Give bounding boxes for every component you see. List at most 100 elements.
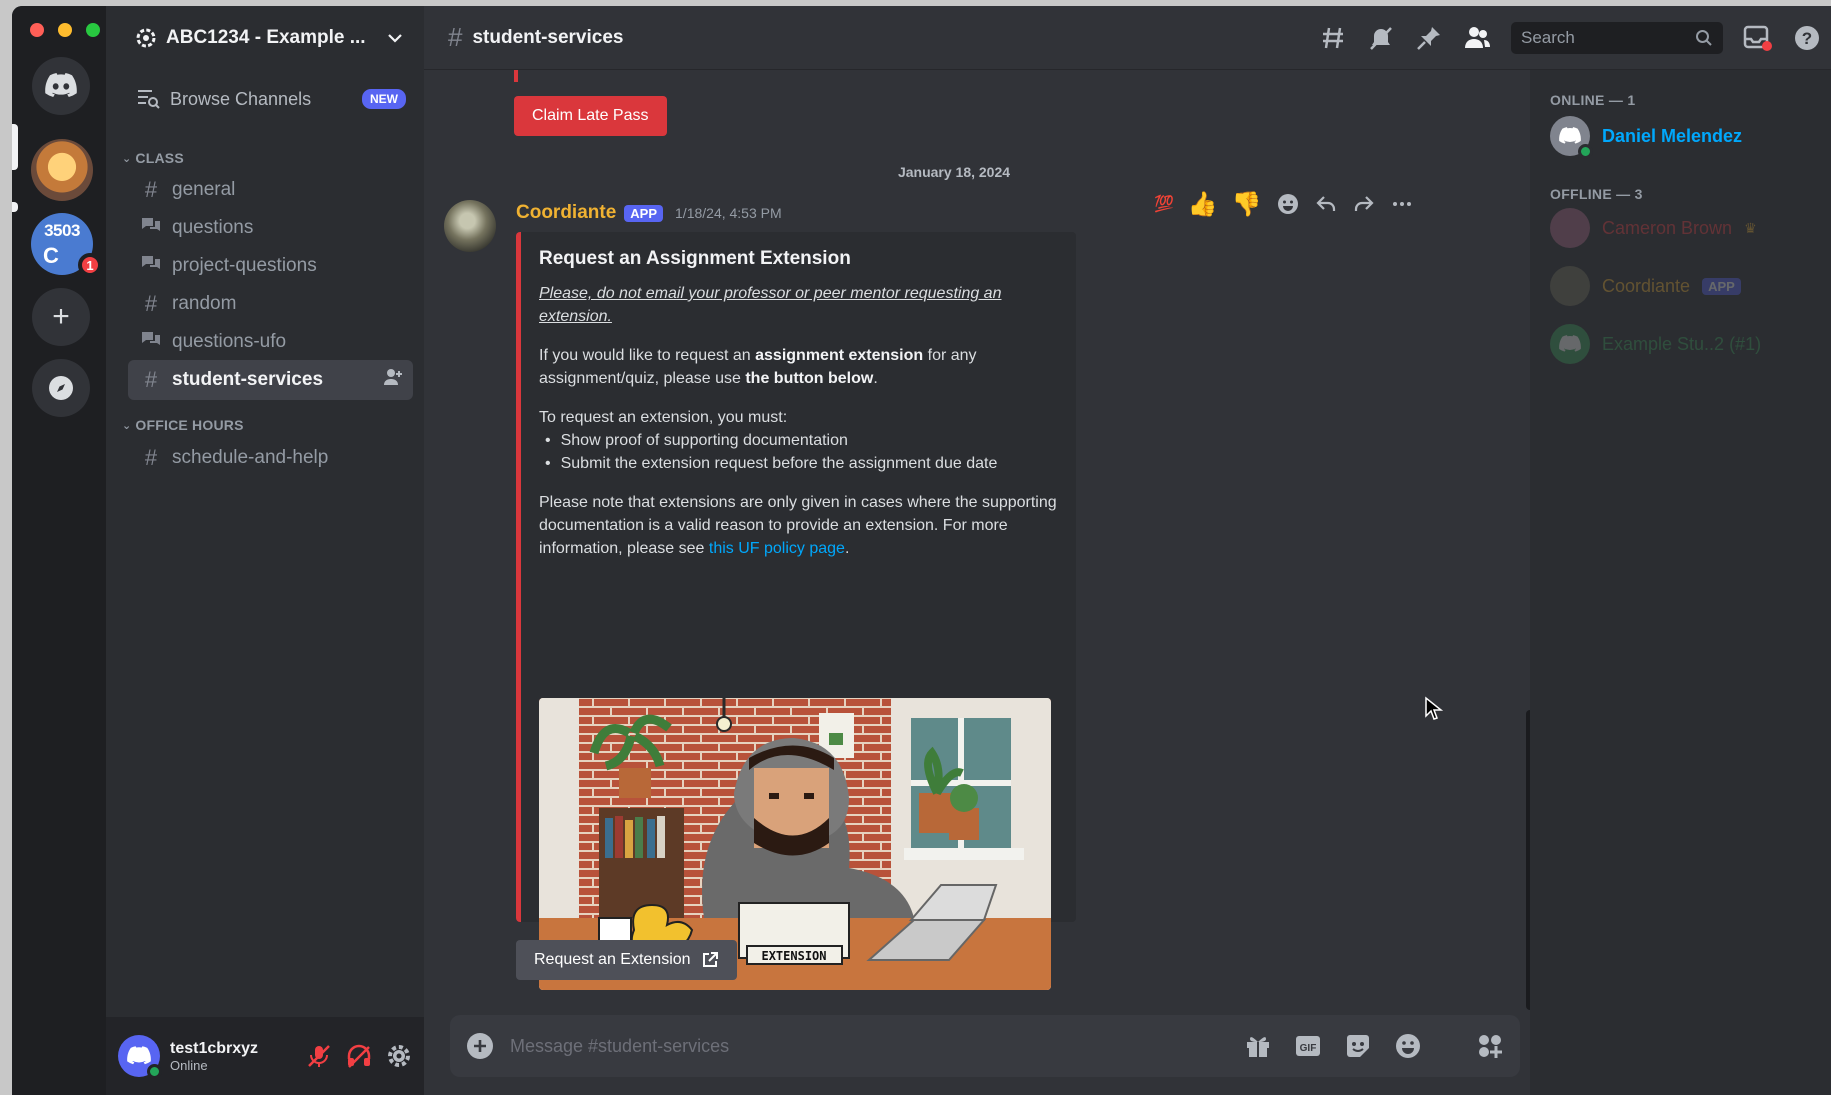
- author-avatar[interactable]: [444, 200, 496, 252]
- more-options-icon[interactable]: [1390, 192, 1414, 216]
- discord-window: 3503 C 1 + ABC1234 - Example ... Browse …: [12, 6, 1831, 1095]
- chevron-down-icon: ⌄: [122, 419, 132, 432]
- threads-icon[interactable]: [1319, 24, 1347, 52]
- upload-plus-icon[interactable]: [466, 1032, 494, 1060]
- browse-channels-button[interactable]: Browse Channels NEW: [136, 88, 406, 110]
- help-icon[interactable]: ?: [1793, 24, 1821, 52]
- server-icon-class[interactable]: [31, 139, 93, 201]
- minimize-window-button[interactable]: [58, 23, 72, 37]
- add-member-icon[interactable]: [383, 368, 403, 392]
- category-label: CLASS: [135, 150, 184, 166]
- chevron-down-icon: ⌄: [122, 152, 132, 165]
- text-channel-icon: #: [144, 177, 158, 202]
- request-extension-button[interactable]: Request an Extension: [516, 940, 737, 980]
- emoji-icon[interactable]: [1394, 1032, 1422, 1060]
- channel-general[interactable]: # general: [128, 170, 413, 210]
- channel-schedule-and-help[interactable]: # schedule-and-help: [128, 438, 413, 478]
- reply-icon[interactable]: [1314, 192, 1338, 216]
- voice-controls: [306, 1043, 412, 1069]
- headphones-deafened-icon[interactable]: [346, 1043, 372, 1069]
- search-input[interactable]: Search: [1511, 22, 1723, 54]
- category-label: OFFICE HOURS: [135, 417, 244, 433]
- channel-random[interactable]: # random: [128, 284, 413, 324]
- user-panel: test1cbrxyz Online: [106, 1017, 424, 1095]
- message-embed: Request an Assignment Extension Please, …: [516, 232, 1076, 990]
- add-server-button[interactable]: +: [32, 288, 90, 346]
- message-author[interactable]: Coordiante: [516, 202, 616, 224]
- member-list: ONLINE — 1 Daniel Melendez OFFLINE — 3 C…: [1530, 70, 1831, 1095]
- discord-logo-icon: [127, 1046, 151, 1065]
- chevron-down-icon[interactable]: [386, 29, 404, 47]
- add-reaction-icon[interactable]: [1276, 192, 1300, 216]
- reaction-thumbs-down-icon[interactable]: 👎: [1232, 190, 1262, 219]
- bullet-icon: •: [545, 432, 551, 449]
- message-input[interactable]: Message #student-services: [510, 1036, 1228, 1057]
- inbox-icon[interactable]: [1743, 24, 1773, 52]
- member-name: Cameron Brown: [1602, 217, 1733, 238]
- text-span: .: [844, 540, 850, 557]
- member-name: Daniel Melendez: [1602, 125, 1743, 146]
- reaction-100-icon[interactable]: 💯: [1154, 194, 1174, 214]
- channel-student-services[interactable]: # student-services: [128, 360, 413, 400]
- embed-notice: Please, do not email your professor or p…: [539, 285, 1002, 325]
- server-name: ABC1234 - Example ...: [166, 27, 366, 48]
- message-composer: Message #student-services GIF: [450, 1015, 1520, 1077]
- member-name: Example Stu..2 (#1): [1602, 333, 1762, 354]
- claim-late-pass-button[interactable]: Claim Late Pass: [514, 96, 667, 136]
- server-settings-icon: [136, 28, 156, 48]
- channel-name: questions: [172, 217, 254, 238]
- button-label: Request an Extension: [534, 951, 691, 968]
- channel-name: student-services: [172, 369, 324, 390]
- server-header[interactable]: ABC1234 - Example ...: [106, 6, 424, 70]
- composer-tools: GIF: [1244, 1032, 1504, 1060]
- channel-questions[interactable]: questions: [128, 208, 413, 248]
- list-item-text: Show proof of supporting documentation: [560, 432, 848, 449]
- new-badge: NEW: [362, 89, 406, 109]
- forum-channel-icon: [140, 215, 162, 241]
- home-button[interactable]: [32, 57, 90, 115]
- date-divider: January 18, 2024: [897, 164, 1011, 180]
- channel-project-questions[interactable]: project-questions: [128, 246, 413, 286]
- reaction-thumbs-up-icon[interactable]: 👍: [1188, 190, 1218, 219]
- message-header: Coordiante APP 1/18/24, 4:53 PM: [516, 202, 782, 224]
- user-avatar[interactable]: [118, 1035, 162, 1079]
- member-item[interactable]: Cameron Brown ♛: [1550, 208, 1757, 248]
- channel-name: schedule-and-help: [172, 447, 329, 468]
- category-class[interactable]: ⌄ CLASS: [122, 150, 184, 166]
- app-badge: APP: [624, 204, 664, 222]
- online-status-dot: [147, 1064, 162, 1079]
- member-item[interactable]: Coordiante APP: [1550, 266, 1741, 306]
- forward-icon[interactable]: [1352, 192, 1376, 216]
- user-status: Online: [170, 1057, 208, 1073]
- text-channel-icon: #: [144, 445, 158, 470]
- text-span: .: [873, 370, 878, 387]
- channel-title: student-services: [472, 26, 624, 48]
- member-item[interactable]: Daniel Melendez: [1550, 116, 1743, 159]
- window-controls: [30, 23, 100, 37]
- channel-questions-ufo[interactable]: questions-ufo: [128, 322, 413, 362]
- policy-link[interactable]: this UF policy page: [709, 540, 845, 557]
- apps-icon[interactable]: [1476, 1032, 1504, 1060]
- microphone-muted-icon[interactable]: [306, 1043, 332, 1069]
- category-office-hours[interactable]: ⌄ OFFICE HOURS: [122, 417, 244, 433]
- member-list-icon[interactable]: [1463, 24, 1491, 52]
- zoom-window-button[interactable]: [86, 23, 100, 37]
- embed-paragraph-2: To request an extension, you must:: [539, 409, 788, 426]
- browse-channels-icon: [138, 90, 160, 109]
- sticker-icon[interactable]: [1344, 1032, 1372, 1060]
- explore-servers-button[interactable]: [32, 359, 90, 417]
- user-info[interactable]: test1cbrxyz Online: [170, 1040, 296, 1073]
- close-window-button[interactable]: [30, 23, 44, 37]
- server-number-label: 3503: [44, 221, 80, 240]
- gift-icon[interactable]: [1244, 1032, 1272, 1060]
- channel-header: # student-services Search ?: [424, 6, 1831, 70]
- member-item[interactable]: Example Stu..2 (#1): [1550, 324, 1761, 364]
- channel-name: random: [172, 293, 237, 314]
- list-item: • Show proof of supporting documentation: [539, 429, 1058, 452]
- gif-icon[interactable]: GIF: [1294, 1032, 1322, 1060]
- forum-channel-icon: [140, 329, 162, 355]
- gear-icon[interactable]: [386, 1043, 412, 1069]
- browse-channels-label: Browse Channels: [170, 88, 312, 109]
- notification-bell-muted-icon[interactable]: [1367, 24, 1395, 52]
- pin-icon[interactable]: [1415, 24, 1443, 52]
